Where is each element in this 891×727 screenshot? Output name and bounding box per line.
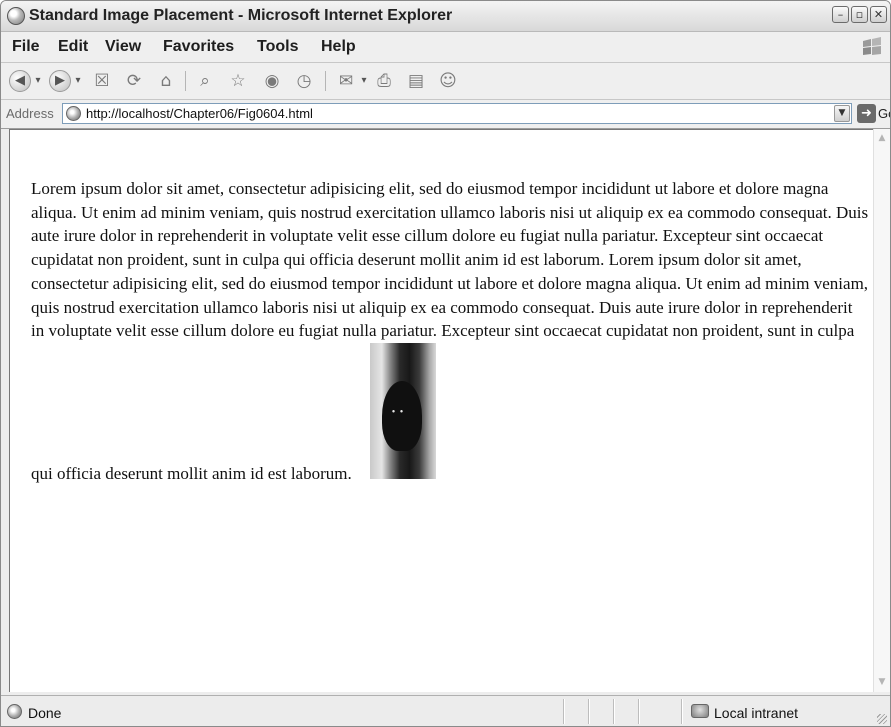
windows-logo-icon bbox=[863, 37, 881, 55]
close-button[interactable]: ✕ bbox=[870, 6, 887, 23]
favorites-icon[interactable]: ☆ bbox=[227, 70, 249, 92]
back-dropdown-icon[interactable]: ▾ bbox=[33, 70, 43, 92]
address-label: Address bbox=[6, 106, 54, 121]
refresh-icon[interactable]: ⟳ bbox=[123, 70, 145, 92]
menu-help[interactable]: Help bbox=[321, 38, 356, 56]
page-status-icon bbox=[7, 704, 22, 719]
ie-logo-icon bbox=[7, 7, 25, 25]
messenger-icon[interactable]: ☺ bbox=[437, 70, 459, 92]
vertical-scrollbar[interactable]: ▲ ▼ bbox=[873, 129, 890, 692]
history-icon[interactable]: ◷ bbox=[293, 70, 315, 92]
intranet-zone-icon bbox=[691, 704, 709, 718]
status-divider bbox=[681, 699, 682, 724]
stop-icon[interactable]: ☒ bbox=[91, 70, 113, 92]
go-button[interactable]: Go bbox=[878, 106, 890, 121]
print-icon[interactable]: ⎙ bbox=[373, 70, 395, 92]
status-text: Done bbox=[28, 705, 62, 721]
window-title: Standard Image Placement - Microsoft Int… bbox=[29, 7, 453, 24]
address-bar: Address http://localhost/Chapter06/Fig06… bbox=[1, 100, 890, 129]
menu-view[interactable]: View bbox=[105, 38, 141, 56]
cat-image bbox=[369, 342, 436, 479]
toolbar-separator bbox=[325, 71, 326, 91]
mail-dropdown-icon[interactable]: ▾ bbox=[359, 70, 369, 92]
scroll-up-icon[interactable]: ▲ bbox=[874, 130, 890, 147]
back-icon[interactable]: ◀ bbox=[9, 70, 31, 92]
browser-window: Standard Image Placement - Microsoft Int… bbox=[0, 0, 891, 727]
scroll-down-icon[interactable]: ▼ bbox=[874, 674, 890, 691]
page-paragraph: Lorem ipsum dolor sit amet, consectetur … bbox=[31, 177, 869, 486]
standard-toolbar: ◀ ▾ ▶ ▾ ☒ ⟳ ⌂ ⌕ ☆ ◉ ◷ ✉ ▾ ⎙ ▤ ☺ bbox=[1, 63, 890, 100]
go-arrow-icon[interactable]: ➜ bbox=[857, 104, 876, 123]
page-content: Lorem ipsum dolor sit amet, consectetur … bbox=[9, 129, 873, 692]
address-input[interactable]: http://localhost/Chapter06/Fig0604.html … bbox=[62, 103, 852, 124]
status-divider bbox=[563, 699, 564, 724]
menu-favorites[interactable]: Favorites bbox=[163, 38, 234, 56]
menu-tools[interactable]: Tools bbox=[257, 38, 298, 56]
resize-grip-icon[interactable] bbox=[877, 714, 887, 724]
status-divider bbox=[588, 699, 589, 724]
security-zone: Local intranet bbox=[714, 705, 799, 721]
paragraph-text: Lorem ipsum dolor sit amet, consectetur … bbox=[31, 179, 869, 483]
minimize-button[interactable]: – bbox=[832, 6, 849, 23]
toolbar-separator bbox=[185, 71, 186, 91]
forward-dropdown-icon[interactable]: ▾ bbox=[73, 70, 83, 92]
menu-edit[interactable]: Edit bbox=[58, 38, 88, 56]
status-divider bbox=[613, 699, 614, 724]
edit-icon[interactable]: ▤ bbox=[405, 70, 427, 92]
address-url[interactable]: http://localhost/Chapter06/Fig0604.html bbox=[86, 106, 313, 121]
page-icon bbox=[66, 106, 81, 121]
maximize-button[interactable]: ▫ bbox=[851, 6, 868, 23]
mail-icon[interactable]: ✉ bbox=[335, 70, 357, 92]
menu-bar: File Edit View Favorites Tools Help bbox=[1, 32, 890, 63]
media-icon[interactable]: ◉ bbox=[261, 70, 283, 92]
status-divider bbox=[638, 699, 639, 724]
search-icon[interactable]: ⌕ bbox=[194, 70, 216, 92]
home-icon[interactable]: ⌂ bbox=[155, 70, 177, 92]
chevron-down-icon[interactable]: ▼ bbox=[834, 105, 850, 122]
menu-file[interactable]: File bbox=[12, 38, 40, 56]
title-bar[interactable]: Standard Image Placement - Microsoft Int… bbox=[1, 1, 890, 32]
forward-icon[interactable]: ▶ bbox=[49, 70, 71, 92]
status-bar: Done Local intranet bbox=[1, 695, 890, 726]
